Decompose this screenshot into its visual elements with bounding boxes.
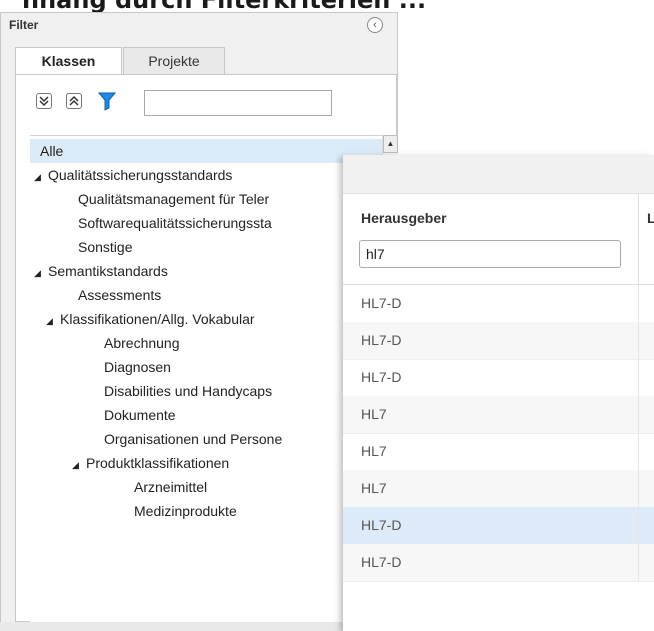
herausgeber-cell: HL7-D [361, 554, 402, 570]
column-header-next[interactable]: L [647, 210, 654, 226]
expand-toggle-icon[interactable]: ◢ [46, 309, 60, 333]
expand-toggle-icon[interactable]: ◢ [72, 453, 86, 477]
tree-item-label: Disabilities und Handycaps [104, 383, 273, 399]
filter-title: Filter [9, 18, 39, 32]
tree-item-label: Abrechnung [104, 335, 180, 351]
tree-item[interactable]: ◢ Qualitätssicherungsstandards [30, 163, 382, 187]
scroll-up-icon[interactable]: ▲ [383, 135, 398, 153]
filter-panel: Filter ‹ Klassen Projekte Alle ◢ Qualitä… [0, 12, 398, 624]
column-separator [638, 470, 639, 507]
tree-item[interactable]: Diagnosen [30, 355, 382, 379]
herausgeber-cell: HL7-D [361, 295, 402, 311]
tree-item-label: Diagnosen [104, 359, 171, 375]
bottom-strip [0, 622, 343, 631]
tree-item[interactable]: Abrechnung [30, 331, 382, 355]
tree-item[interactable]: Disabilities und Handycaps [30, 379, 382, 403]
tree-item-label: Sonstige [78, 239, 133, 255]
herausgeber-cell: HL7-D [361, 332, 402, 348]
column-separator [638, 285, 639, 322]
tree-item-label: Qualitätsmanagement für Teler [78, 191, 270, 207]
table-row[interactable]: HL7-D [343, 322, 654, 360]
grid-toolbar [343, 155, 654, 194]
column-separator [638, 396, 639, 433]
tree-item[interactable]: Medizinprodukte [30, 499, 382, 523]
tree-item-label: Arzneimittel [134, 479, 208, 495]
tree-item[interactable]: ◢ Produktklassifikationen [30, 451, 382, 475]
herausgeber-cell: HL7 [361, 443, 387, 459]
filter-header: Filter ‹ [1, 13, 397, 37]
column-separator [638, 544, 639, 581]
tree-item[interactable]: Qualitätsmanagement für Teler [30, 187, 382, 211]
double-chevron-down-icon[interactable] [36, 93, 52, 109]
table-row[interactable]: HL7 [343, 396, 654, 434]
herausgeber-cell: HL7-D [361, 517, 402, 533]
tree-item[interactable]: ◢ Semantikstandards [30, 259, 382, 283]
tree-item-label: Alle [40, 143, 64, 159]
tab-projekte[interactable]: Projekte [123, 47, 225, 75]
column-separator [638, 433, 639, 470]
expand-toggle-icon[interactable]: ◢ [34, 261, 48, 285]
column-separator [638, 322, 639, 359]
tree-item-label: Dokumente [104, 407, 176, 423]
results-grid: Herausgeber L HL7-D HL7-D HL7-D HL7 HL7 HL7 HL… [343, 155, 654, 631]
table-row[interactable]: HL7 [343, 470, 654, 508]
tree-item-label: Klassifikationen/Allg. Vokabular [60, 311, 255, 327]
tree-search-input[interactable] [144, 90, 332, 116]
herausgeber-cell: HL7-D [361, 369, 402, 385]
table-row[interactable]: HL7-D [343, 544, 654, 582]
expand-toggle-icon[interactable]: ◢ [34, 165, 48, 189]
tree-item[interactable]: Organisationen und Persone [30, 427, 382, 451]
double-chevron-up-icon[interactable] [66, 93, 82, 109]
class-tree: Alle ◢ Qualitätssicherungsstandards Qualitä… [30, 135, 382, 624]
tree-item[interactable]: Alle [30, 139, 382, 163]
tree-item-label: Medizinprodukte [134, 503, 237, 519]
tree-item[interactable]: Arzneimittel [30, 475, 382, 499]
tree-item-label: Qualitätssicherungsstandards [48, 167, 233, 183]
column-divider[interactable] [638, 194, 639, 284]
collapse-panel-icon[interactable]: ‹ [367, 17, 383, 33]
table-row[interactable]: HL7-D [343, 507, 654, 545]
herausgeber-cell: HL7 [361, 406, 387, 422]
tree-item[interactable]: Softwarequalitätssicherungssta [30, 211, 382, 235]
tree-item-label: Assessments [78, 287, 162, 303]
tree-item-label: Semantikstandards [48, 263, 168, 279]
herausgeber-filter-input[interactable] [359, 240, 621, 268]
grid-header: Herausgeber L [343, 194, 654, 285]
herausgeber-cell: HL7 [361, 480, 387, 496]
tree-item-label: Organisationen und Persone [104, 431, 283, 447]
tab-content: Alle ◢ Qualitätssicherungsstandards Qualitä… [15, 74, 398, 624]
table-row[interactable]: HL7-D [343, 359, 654, 397]
tree-item[interactable]: Assessments [30, 283, 382, 307]
funnel-icon[interactable] [97, 91, 117, 111]
tree-item[interactable]: ◢ Klassifikationen/Allg. Vokabular [30, 307, 382, 331]
table-row[interactable]: HL7-D [343, 285, 654, 323]
tree-item[interactable]: Sonstige [30, 235, 382, 259]
table-row[interactable]: HL7 [343, 433, 654, 471]
column-separator [638, 359, 639, 396]
tree-item-label: Softwarequalitätssicherungssta [78, 215, 272, 231]
tree-item-label: Produktklassifikationen [86, 455, 230, 471]
tree-item[interactable]: Dokumente [30, 403, 382, 427]
tab-klassen[interactable]: Klassen [15, 47, 122, 75]
column-separator [638, 507, 639, 544]
column-header-herausgeber[interactable]: Herausgeber [361, 210, 447, 226]
